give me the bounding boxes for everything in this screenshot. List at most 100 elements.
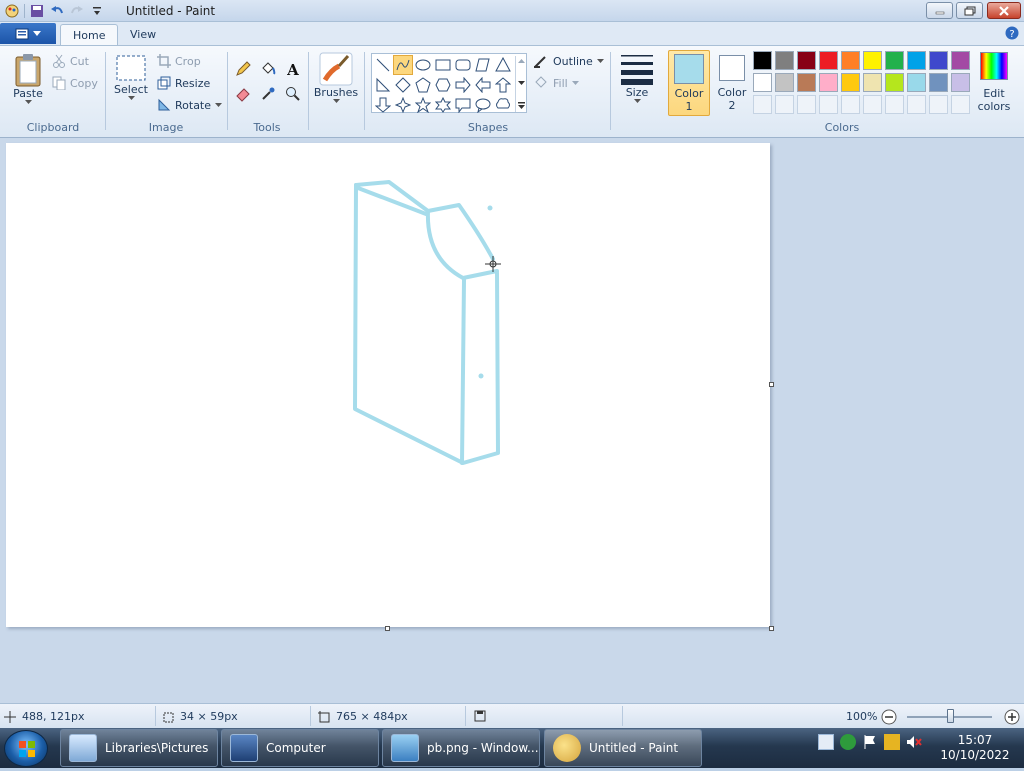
clipboard-tray-icon[interactable] xyxy=(818,734,834,750)
palette-custom-slot[interactable] xyxy=(863,95,882,114)
line-shape[interactable] xyxy=(373,55,393,75)
zoom-slider-thumb[interactable] xyxy=(946,709,954,723)
minimize-button[interactable] xyxy=(926,2,953,19)
color-picker-tool[interactable] xyxy=(257,83,279,105)
help-icon[interactable]: ? xyxy=(1005,26,1019,43)
rounded-rectangle-shape[interactable] xyxy=(453,55,473,75)
palette-swatch[interactable] xyxy=(819,51,838,70)
palette-custom-slot[interactable] xyxy=(841,95,860,114)
brushes-button[interactable]: Brushes xyxy=(313,52,359,114)
palette-swatch[interactable] xyxy=(863,51,882,70)
palette-custom-slot[interactable] xyxy=(929,95,948,114)
up-arrow-shape[interactable] xyxy=(493,75,513,95)
network-tray-icon[interactable] xyxy=(884,734,900,750)
select-button[interactable]: Select xyxy=(112,53,150,113)
palette-swatch[interactable] xyxy=(885,51,904,70)
cut-button[interactable]: Cut xyxy=(52,51,89,71)
size-button[interactable]: Size xyxy=(617,52,657,114)
rotate-button[interactable]: Rotate xyxy=(157,95,223,115)
security-tray-icon[interactable] xyxy=(840,734,856,750)
palette-swatch[interactable] xyxy=(929,73,948,92)
start-button[interactable] xyxy=(4,730,48,767)
palette-custom-slot[interactable] xyxy=(797,95,816,114)
palette-swatch[interactable] xyxy=(797,51,816,70)
crop-button[interactable]: Crop xyxy=(157,51,201,71)
hexagon-shape[interactable] xyxy=(433,75,453,95)
polygon-shape[interactable] xyxy=(473,55,493,75)
paste-button[interactable]: Paste xyxy=(10,53,46,105)
drawing-canvas[interactable] xyxy=(6,143,770,627)
right-arrow-shape[interactable] xyxy=(453,75,473,95)
left-arrow-shape[interactable] xyxy=(473,75,493,95)
palette-swatch[interactable] xyxy=(797,73,816,92)
magnifier-tool[interactable] xyxy=(282,83,304,105)
palette-custom-slot[interactable] xyxy=(819,95,838,114)
redo-icon[interactable] xyxy=(69,3,85,19)
diamond-shape[interactable] xyxy=(393,75,413,95)
rect-callout-shape[interactable] xyxy=(453,95,473,115)
tab-home[interactable]: Home xyxy=(60,24,119,46)
palette-swatch[interactable] xyxy=(841,73,860,92)
resize-handle-corner[interactable] xyxy=(769,626,774,631)
paint-app-icon[interactable] xyxy=(4,3,20,19)
six-point-star-shape[interactable] xyxy=(433,95,453,115)
triangle-shape[interactable] xyxy=(493,55,513,75)
palette-custom-slot[interactable] xyxy=(775,95,794,114)
palette-swatch[interactable] xyxy=(819,73,838,92)
zoom-out-button[interactable] xyxy=(881,709,897,728)
resize-handle-bottom[interactable] xyxy=(385,626,390,631)
fill-tool[interactable] xyxy=(257,58,279,80)
undo-icon[interactable] xyxy=(49,3,65,19)
palette-swatch[interactable] xyxy=(775,51,794,70)
cloud-callout-shape[interactable] xyxy=(493,95,513,115)
save-icon[interactable] xyxy=(29,3,45,19)
palette-swatch[interactable] xyxy=(885,73,904,92)
palette-custom-slot[interactable] xyxy=(951,95,970,114)
eraser-tool[interactable] xyxy=(232,83,254,105)
oval-callout-shape[interactable] xyxy=(473,95,493,115)
palette-swatch[interactable] xyxy=(863,73,882,92)
close-button[interactable] xyxy=(987,2,1021,19)
pentagon-shape[interactable] xyxy=(413,75,433,95)
curve-shape[interactable] xyxy=(393,55,413,75)
volume-muted-icon[interactable] xyxy=(906,734,922,750)
palette-swatch[interactable] xyxy=(753,51,772,70)
down-arrow-shape[interactable] xyxy=(373,95,393,115)
palette-swatch[interactable] xyxy=(753,73,772,92)
taskbar-item-computer[interactable]: Computer xyxy=(221,729,379,767)
palette-swatch[interactable] xyxy=(907,73,926,92)
fill-button[interactable]: Fill xyxy=(533,73,579,93)
text-tool[interactable]: A xyxy=(282,58,304,80)
outline-button[interactable]: Outline xyxy=(533,51,604,71)
palette-swatch[interactable] xyxy=(951,51,970,70)
taskbar-clock[interactable]: 15:07 10/10/2022 xyxy=(940,733,1010,763)
paint-menu-button[interactable] xyxy=(0,23,56,44)
resize-button[interactable]: Resize xyxy=(157,73,210,93)
taskbar-item-photo-viewer[interactable]: pb.png - Window... xyxy=(382,729,540,767)
action-center-flag-icon[interactable] xyxy=(862,734,878,750)
color-2-button[interactable]: Color 2 xyxy=(712,50,752,116)
palette-swatch[interactable] xyxy=(951,73,970,92)
palette-swatch[interactable] xyxy=(841,51,860,70)
taskbar-item-libraries[interactable]: Libraries\Pictures xyxy=(60,729,218,767)
palette-swatch[interactable] xyxy=(907,51,926,70)
five-point-star-shape[interactable] xyxy=(413,95,433,115)
tab-view[interactable]: View xyxy=(118,24,168,46)
palette-custom-slot[interactable] xyxy=(907,95,926,114)
edit-colors-button[interactable]: Edit colors xyxy=(975,52,1013,116)
palette-swatch[interactable] xyxy=(775,73,794,92)
oval-shape[interactable] xyxy=(413,55,433,75)
palette-custom-slot[interactable] xyxy=(885,95,904,114)
right-triangle-shape[interactable] xyxy=(373,75,393,95)
palette-swatch[interactable] xyxy=(929,51,948,70)
shapes-scrollbar[interactable] xyxy=(515,56,526,112)
palette-custom-slot[interactable] xyxy=(753,95,772,114)
four-point-star-shape[interactable] xyxy=(393,95,413,115)
customize-qat-icon[interactable] xyxy=(89,3,105,19)
pencil-tool[interactable] xyxy=(232,58,254,80)
color-1-button[interactable]: Color 1 xyxy=(668,50,710,116)
taskbar-item-paint[interactable]: Untitled - Paint xyxy=(544,729,702,767)
restore-button[interactable] xyxy=(956,2,983,19)
copy-button[interactable]: Copy xyxy=(52,73,98,93)
resize-handle-right[interactable] xyxy=(769,382,774,387)
